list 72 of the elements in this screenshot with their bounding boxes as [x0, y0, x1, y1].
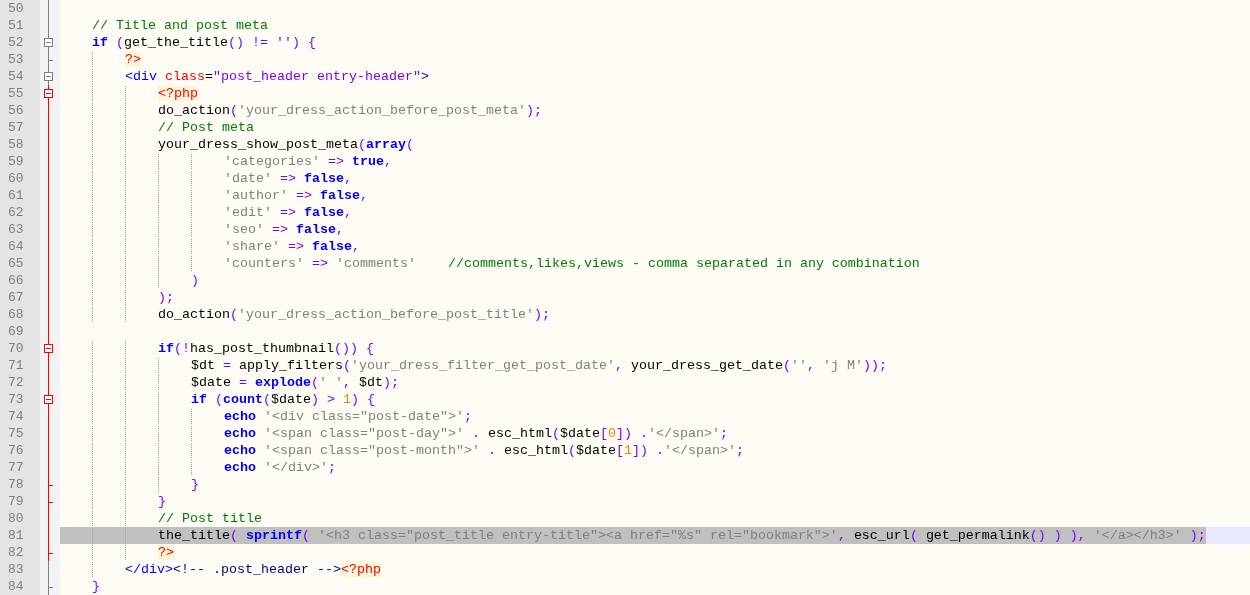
code-line: echo '<div class="post-date">';: [60, 408, 472, 425]
line-number: 80: [8, 510, 24, 527]
line-number: 64: [8, 238, 24, 255]
code-line: echo '<span class="post-day">' . esc_html($date[0]) .'</span>';: [60, 425, 728, 442]
line-number: 55: [8, 85, 24, 102]
code-line: if (get_the_title() != '') {: [91, 34, 316, 51]
code-line: 'author' => false,: [60, 187, 368, 204]
code-line: echo '<span class="post-month">' . esc_html($date[1]) .'</span>';: [60, 442, 744, 459]
line-number: 58: [8, 136, 24, 153]
line-number: 65: [8, 255, 24, 272]
line-number: 52: [8, 34, 24, 51]
code-line: ): [60, 272, 199, 289]
line-number: 82: [8, 544, 24, 561]
collapse-icon[interactable]: [44, 391, 53, 408]
code-line: <?php: [60, 85, 198, 102]
line-number: 67: [8, 289, 24, 306]
code-line: );: [60, 289, 174, 306]
code-line: 'categories' => true,: [60, 153, 392, 170]
line-number: 79: [8, 493, 24, 510]
line-number: 78: [8, 476, 24, 493]
code-line: 'date' => false,: [60, 170, 352, 187]
line-number: 69: [8, 323, 24, 340]
code-line: ?>: [60, 51, 141, 68]
line-number: 77: [8, 459, 24, 476]
line-number: 63: [8, 221, 24, 238]
line-number: 84: [8, 578, 24, 595]
code-line: // Post title: [60, 510, 262, 527]
line-number: 83: [8, 561, 24, 578]
code-line: 'edit' => false,: [60, 204, 352, 221]
code-line: // Post meta: [60, 119, 254, 136]
code-line: $date = explode(' ', $dt);: [60, 374, 399, 391]
code-line: if (count($date) > 1) {: [60, 391, 375, 408]
collapse-icon[interactable]: [44, 85, 53, 102]
line-number: 68: [8, 306, 24, 323]
line-number: 74: [8, 408, 24, 425]
code-line: your_dress_show_post_meta(array(: [60, 136, 414, 153]
code-line: 'seo' => false,: [60, 221, 344, 238]
code-line: 'counters' => 'comments' //comments,likes,views - comma separated in any combination: [60, 255, 920, 272]
line-number: 71: [8, 357, 24, 374]
line-number: 56: [8, 102, 24, 119]
line-number: 53: [8, 51, 24, 68]
code-line: 'share' => false,: [60, 238, 360, 255]
code-line: // Title and post meta: [91, 17, 268, 34]
code-line: }: [60, 476, 199, 493]
collapse-icon[interactable]: [44, 340, 53, 357]
line-number: 81: [8, 527, 24, 544]
code-line: </div><!-- .post_header --><?php: [60, 561, 381, 578]
line-number: 66: [8, 272, 24, 289]
line-number: 70: [8, 340, 24, 357]
line-number: 76: [8, 442, 24, 459]
code-line: <div class="post_header entry-header">: [60, 68, 429, 85]
line-number: 59: [8, 153, 24, 170]
code-line: do_action('your_dress_action_before_post_meta');: [60, 102, 542, 119]
code-line: echo '</div>';: [60, 459, 336, 476]
code-line: do_action('your_dress_action_before_post_title');: [60, 306, 550, 323]
collapse-icon[interactable]: [44, 34, 53, 51]
code-line: }: [60, 493, 166, 510]
collapse-icon[interactable]: [44, 68, 53, 85]
code-line: $dt = apply_filters('your_dress_filter_get_post_date', your_dress_get_date('', 'j M'));: [60, 357, 887, 374]
line-number: 75: [8, 425, 24, 442]
line-number: 54: [8, 68, 24, 85]
line-number: 57: [8, 119, 24, 136]
line-number: 50: [8, 0, 24, 17]
line-number: 61: [8, 187, 24, 204]
code-line: ?>: [60, 544, 174, 561]
line-number: 62: [8, 204, 24, 221]
code-line: if(!has_post_thumbnail()) {: [60, 340, 374, 357]
line-number: 51: [8, 17, 24, 34]
line-number: 73: [8, 391, 24, 408]
line-number: 72: [8, 374, 24, 391]
code-line: }: [91, 578, 100, 595]
line-number: 60: [8, 170, 24, 187]
